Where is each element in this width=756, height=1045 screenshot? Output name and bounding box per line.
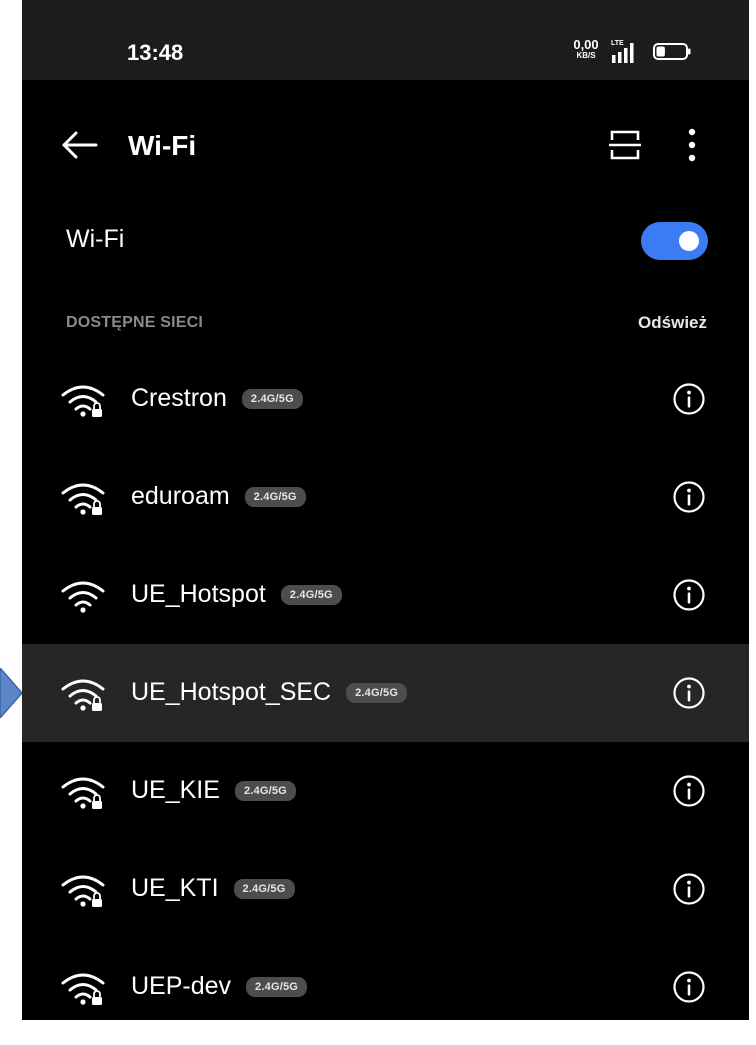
status-bar: 13:48 0,00 KB/S LTE [22,0,749,80]
band-badge: 2.4G/5G [241,388,303,409]
network-name-text: UE_KIE [131,776,220,804]
wifi-secured-icon [61,777,105,809]
info-icon[interactable] [672,382,706,416]
wifi-toggle-row: Wi-Fi [22,205,749,275]
network-name-text: UE_Hotspot_SEC [131,678,332,706]
band-badge: 2.4G/5G [346,682,408,703]
wifi-secured-icon [61,679,105,711]
network-name: eduroam 2.4G/5G [131,482,306,511]
network-item[interactable]: UE_KTI 2.4G/5G [22,840,749,938]
band-badge: 2.4G/5G [234,780,296,801]
page-title: Wi-Fi [128,130,197,161]
signal-icon: LTE [611,40,634,63]
phone-screen: 13:48 0,00 KB/S LTE Wi-Fi Wi-Fi DOSTĘPNE… [22,0,749,1020]
wifi-toggle-switch[interactable] [641,222,708,260]
info-icon[interactable] [672,774,706,808]
wifi-secured-icon [61,973,105,1005]
app-bar: Wi-Fi [22,110,749,180]
network-item[interactable]: UE_Hotspot 2.4G/5G [22,546,749,644]
network-item[interactable]: UE_Hotspot_SEC 2.4G/5G [22,644,749,742]
available-networks-heading: DOSTĘPNE SIECI [66,314,204,331]
network-item[interactable]: UE_KIE 2.4G/5G [22,742,749,840]
network-item[interactable]: UEP-dev 2.4G/5G [22,938,749,1020]
network-name-text: eduroam [131,482,230,510]
info-icon[interactable] [672,578,706,612]
wifi-secured-icon [61,385,105,417]
info-icon[interactable] [672,970,706,1004]
toggle-knob [679,231,699,251]
network-name: UE_Hotspot 2.4G/5G [131,580,342,609]
wifi-icon [61,581,105,613]
network-name-text: UEP-dev [131,972,232,1000]
info-icon[interactable] [672,872,706,906]
network-item[interactable]: Crestron 2.4G/5G [22,350,749,448]
band-badge: 2.4G/5G [244,486,306,507]
wifi-secured-icon [61,875,105,907]
network-speed-value: 0,00 [573,37,599,52]
wifi-toggle-label: Wi-Fi [66,225,125,253]
battery-icon [653,43,691,60]
pointer-arrow-icon [0,668,22,718]
arrow-left-icon[interactable] [60,128,100,162]
info-icon[interactable] [672,676,706,710]
network-item[interactable]: eduroam 2.4G/5G [22,448,749,546]
band-badge: 2.4G/5G [280,584,342,605]
wifi-secured-icon [61,483,105,515]
band-badge: 2.4G/5G [246,976,308,997]
info-icon[interactable] [672,480,706,514]
network-name: UEP-dev 2.4G/5G [131,972,308,1001]
network-name-text: UE_KTI [131,874,219,902]
qr-scan-icon[interactable] [608,128,642,162]
network-name: UE_KIE 2.4G/5G [131,776,296,805]
network-name: Crestron 2.4G/5G [131,384,303,413]
network-name-text: Crestron [131,384,227,412]
network-name-text: UE_Hotspot [131,580,266,608]
network-name: UE_KTI 2.4G/5G [131,874,295,903]
band-badge: 2.4G/5G [233,878,295,899]
more-vertical-icon[interactable] [678,126,706,164]
network-name: UE_Hotspot_SEC 2.4G/5G [131,678,408,707]
network-type-label: LTE [611,40,624,47]
status-time: 13:48 [127,40,184,65]
refresh-button[interactable]: Odśwież [638,313,707,333]
network-speed: 0,00 KB/S [570,37,602,61]
